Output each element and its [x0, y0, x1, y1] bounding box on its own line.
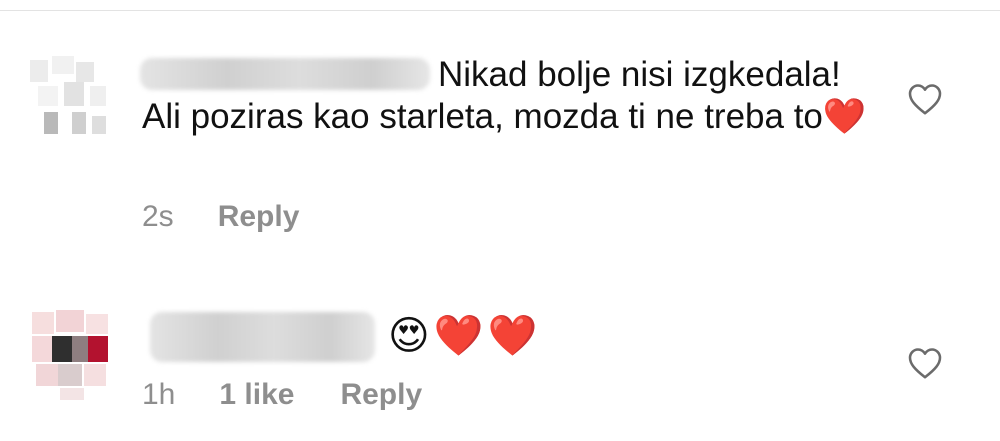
heart-eyes-emoji: 😍	[388, 314, 430, 358]
reply-button[interactable]: Reply	[340, 378, 422, 412]
comment-meta: 2s Reply	[142, 200, 299, 234]
top-divider	[0, 10, 1000, 11]
comment-text-line1: Nikad bolje nisi	[438, 55, 674, 94]
username-censored[interactable]	[150, 312, 375, 362]
like-count[interactable]: 1 like	[219, 378, 294, 412]
comment-timestamp: 2s	[142, 200, 174, 233]
comment-meta: 1h 1 like Reply	[142, 378, 422, 412]
comment-item: 😍 ❤️ ❤️ 1h 1 like Reply	[0, 300, 1000, 430]
red-heart-emoji: ❤️	[433, 314, 484, 358]
comment-timestamp: 1h	[142, 378, 176, 411]
heart-outline-icon[interactable]	[907, 82, 943, 116]
comment-text: Nikad bolje nisi izgkedala! Ali poziras …	[142, 54, 872, 138]
heart-outline-icon[interactable]	[907, 346, 943, 380]
comment-text: 😍 ❤️ ❤️	[388, 314, 537, 358]
avatar-censored[interactable]	[30, 56, 110, 146]
red-heart-emoji: ❤️	[487, 314, 538, 358]
comment-item: Nikad bolje nisi izgkedala! Ali poziras …	[0, 46, 1000, 246]
avatar-censored[interactable]	[30, 310, 110, 400]
red-heart-emoji: ❤️	[822, 97, 867, 136]
reply-button[interactable]: Reply	[218, 200, 300, 234]
